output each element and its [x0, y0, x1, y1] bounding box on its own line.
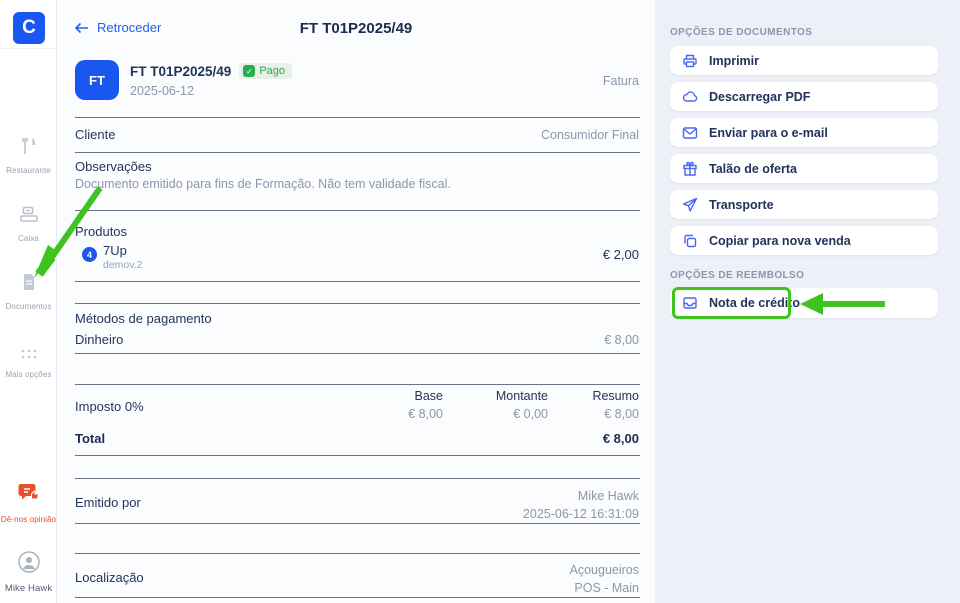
cloud-download-icon: [682, 89, 698, 105]
document-name: FT T01P2025/49: [130, 64, 231, 79]
sidebar-item-user[interactable]: Mike Hawk: [0, 550, 57, 596]
status-label: Pago: [259, 65, 285, 77]
tax-col-resumo: Resumo € 8,00: [549, 389, 639, 421]
transporte-button[interactable]: Transporte: [670, 190, 938, 219]
divider: [75, 152, 640, 153]
sidebar-item-feedback[interactable]: Dê-nos opinião: [0, 481, 57, 527]
grid-dots-icon: [19, 348, 39, 360]
credit-note-icon: [682, 295, 698, 311]
document-kind: Fatura: [603, 74, 639, 88]
sidebar-item-label: Restaurante: [6, 166, 51, 175]
product-name: 7Up: [103, 243, 127, 258]
metodos-pagamento-label: Métodos de pagamento: [75, 311, 212, 326]
payment-amount: € 8,00: [604, 333, 639, 347]
tax-col-header: Resumo: [549, 389, 639, 403]
divider: [75, 455, 640, 456]
payment-method: Dinheiro: [75, 332, 123, 347]
divider: [75, 597, 640, 598]
sidebar-item-label: Documentos: [6, 302, 52, 311]
total-value: € 8,00: [603, 431, 639, 446]
sidebar-item-label: Mais opções: [5, 370, 51, 379]
feedback-chat-icon: [17, 481, 41, 505]
printer-icon: [682, 53, 698, 69]
total-label: Total: [75, 431, 105, 446]
imposto-label: Imposto 0%: [75, 399, 144, 414]
imprimir-button[interactable]: Imprimir: [670, 46, 938, 75]
emitido-por-value: Mike Hawk 2025-06-12 16:31:09: [523, 487, 639, 523]
copiar-nova-venda-button[interactable]: Copiar para nova venda: [670, 226, 938, 255]
copy-icon: [682, 233, 698, 249]
cliente-value: Consumidor Final: [541, 128, 639, 142]
email-icon: [682, 125, 698, 141]
restaurant-icon: [19, 136, 39, 156]
avatar-icon: [17, 550, 41, 574]
localizacao-value: Açougueiros POS - Main: [570, 561, 640, 597]
issuer-name: Mike Hawk: [523, 487, 639, 505]
observacoes-text: Documento emitido para fins de Formação.…: [75, 177, 451, 191]
sidebar-item-documentos[interactable]: Documentos: [0, 272, 57, 314]
cliente-label: Cliente: [75, 127, 115, 142]
divider: [75, 281, 640, 282]
talao-oferta-button[interactable]: Talão de oferta: [670, 154, 938, 183]
descarregar-pdf-button[interactable]: Descarregar PDF: [670, 82, 938, 111]
sidebar-divider: [0, 48, 57, 49]
check-icon: ✓: [243, 65, 255, 77]
sidebar-item-restaurante[interactable]: Restaurante: [0, 136, 57, 178]
document-icon: [19, 272, 39, 292]
send-icon: [682, 197, 698, 213]
document-type-tile: FT: [75, 60, 119, 100]
gift-icon: [682, 161, 698, 177]
divider: [75, 353, 640, 354]
button-label: Enviar para o e-mail: [709, 126, 828, 140]
produtos-label: Produtos: [75, 224, 127, 239]
document-date: 2025-06-12: [130, 84, 194, 98]
divider: [75, 117, 640, 118]
sidebar-item-label: Dê-nos opinião: [1, 515, 56, 524]
emitido-por-label: Emitido por: [75, 495, 141, 510]
issue-timestamp: 2025-06-12 16:31:09: [523, 505, 639, 523]
app-logo[interactable]: C: [13, 12, 45, 44]
cash-register-icon: [19, 204, 39, 224]
button-label: Nota de crédito: [709, 296, 800, 310]
tax-col-montante: Montante € 0,00: [458, 389, 548, 421]
document-detail-area: Retroceder FT T01P2025/49 FT FT T01P2025…: [57, 0, 655, 603]
enviar-email-button[interactable]: Enviar para o e-mail: [670, 118, 938, 147]
product-price: € 2,00: [603, 247, 639, 262]
divider: [75, 523, 640, 524]
button-label: Imprimir: [709, 54, 759, 68]
nota-credito-button[interactable]: Nota de crédito: [670, 288, 938, 318]
quantity-badge: 4: [82, 247, 97, 262]
sidebar-item-caixa[interactable]: Caixa: [0, 204, 57, 246]
tax-col-value: € 8,00: [549, 407, 639, 421]
product-sku: demov.2: [103, 259, 143, 271]
sidebar: C Restaurante Caixa Documentos: [0, 0, 57, 603]
tax-col-value: € 0,00: [458, 407, 548, 421]
sidebar-item-mais-opcoes[interactable]: Mais opções: [0, 348, 57, 382]
divider: [75, 210, 640, 211]
refund-options-header: OPÇÕES DE REEMBOLSO: [670, 270, 804, 281]
button-label: Transporte: [709, 198, 774, 212]
observacoes-label: Observações: [75, 159, 152, 174]
options-panel: OPÇÕES DE DOCUMENTOS Imprimir Descarrega…: [655, 0, 960, 603]
button-label: Copiar para nova venda: [709, 234, 851, 248]
location-pos: POS - Main: [570, 579, 640, 597]
button-label: Talão de oferta: [709, 162, 797, 176]
tax-col-base: Base € 8,00: [353, 389, 443, 421]
tax-col-header: Montante: [458, 389, 548, 403]
divider: [75, 478, 640, 479]
status-badge: ✓ Pago: [239, 63, 292, 79]
sidebar-user-name: Mike Hawk: [5, 583, 52, 594]
tax-col-header: Base: [353, 389, 443, 403]
button-label: Descarregar PDF: [709, 90, 810, 104]
divider: [75, 553, 640, 554]
sidebar-item-label: Caixa: [18, 234, 39, 243]
divider: [75, 303, 640, 304]
page-title: FT T01P2025/49: [57, 20, 655, 37]
documents-options-header: OPÇÕES DE DOCUMENTOS: [670, 27, 812, 38]
location-name: Açougueiros: [570, 561, 640, 579]
divider: [75, 384, 640, 385]
localizacao-label: Localização: [75, 570, 144, 585]
tax-col-value: € 8,00: [353, 407, 443, 421]
